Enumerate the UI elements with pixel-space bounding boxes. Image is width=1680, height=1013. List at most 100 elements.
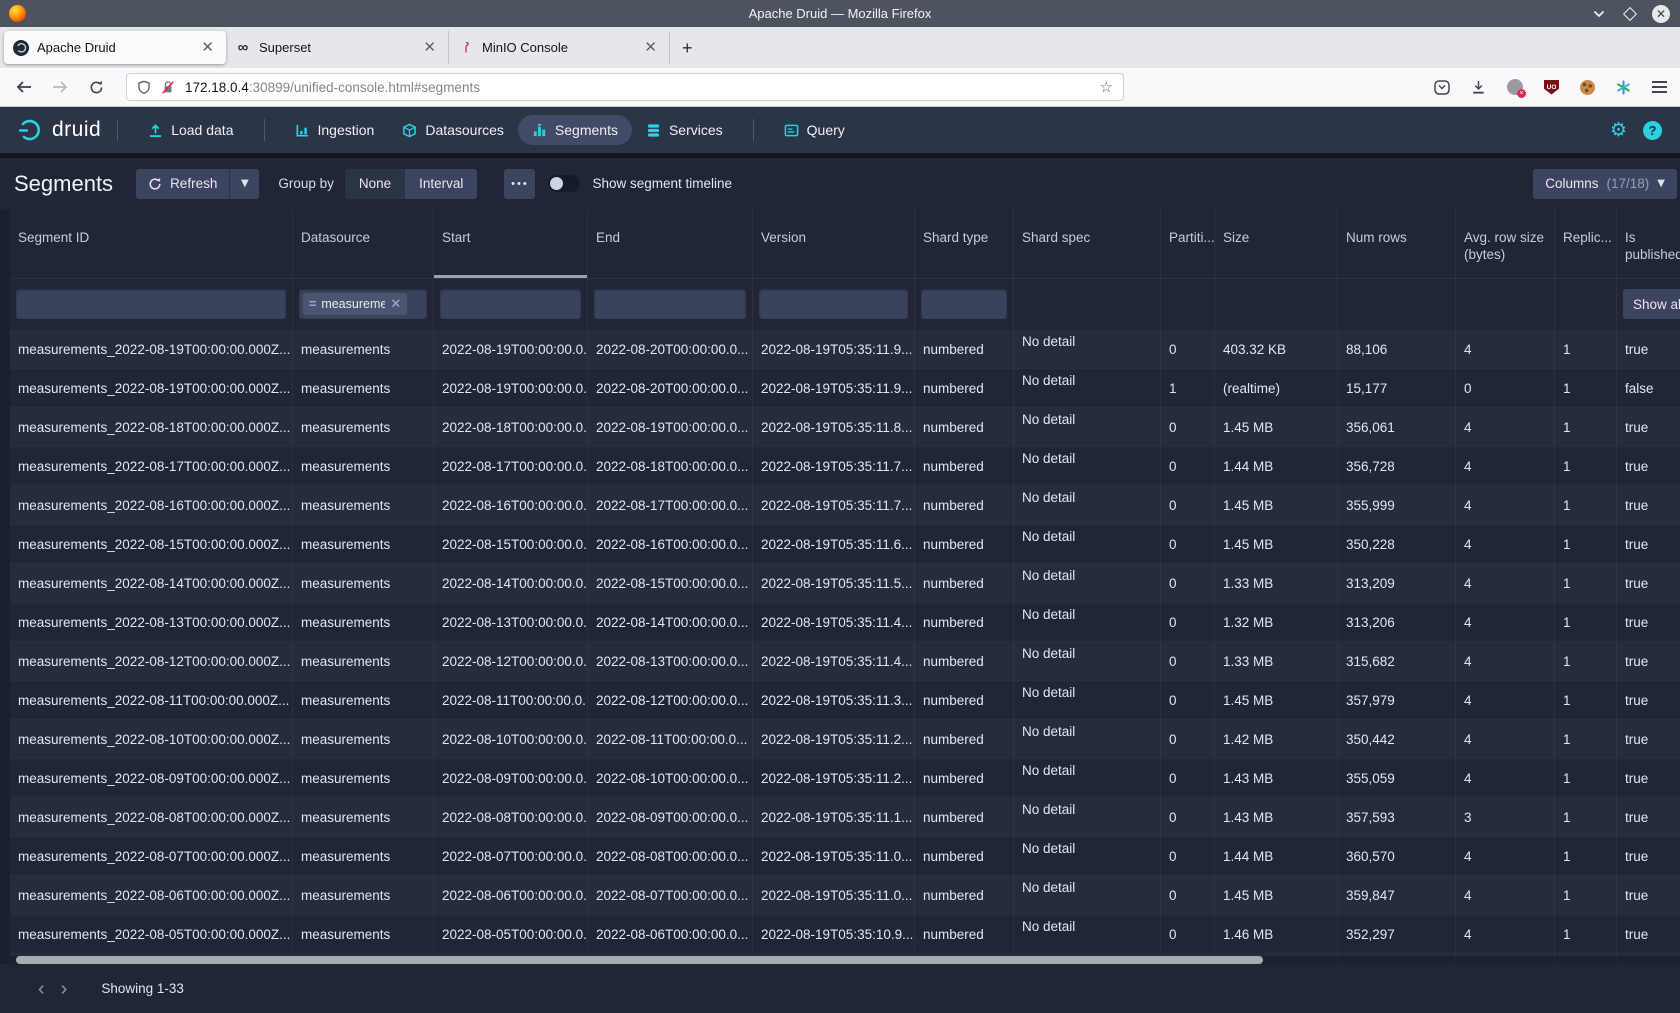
more-options-button[interactable]: ••• — [504, 169, 535, 199]
nav-services[interactable]: Services — [632, 115, 737, 145]
tab-apache-druid[interactable]: Apache Druid ✕ — [4, 31, 226, 64]
addon-asterisk-icon[interactable] — [1616, 80, 1631, 95]
filter-cell-size — [1215, 279, 1338, 330]
cookie-icon[interactable] — [1580, 80, 1595, 95]
tab-minio-console[interactable]: MinIO Console ✕ — [448, 31, 670, 64]
cell-size: 1.42 MB — [1215, 720, 1338, 758]
column-header-is_published[interactable]: Is published — [1617, 209, 1680, 278]
ublock-icon[interactable]: UO — [1544, 80, 1559, 95]
bookmark-star-icon[interactable]: ☆ — [1100, 78, 1113, 96]
group-by-interval-button[interactable]: Interval — [405, 169, 477, 199]
tab-superset[interactable]: ∞ Superset ✕ — [226, 31, 448, 64]
cell-shard_spec: No detail — [1014, 525, 1161, 563]
cell-shard_spec: No detail — [1014, 720, 1161, 758]
tab-close-icon[interactable]: ✕ — [641, 40, 660, 55]
cell-partition: 0 — [1161, 720, 1215, 758]
window-title: Apache Druid — Mozilla Firefox — [0, 6, 1680, 21]
cell-partition: 0 — [1161, 876, 1215, 914]
segment-row: measurements_2022-08-07T00:00:00.000Z...… — [10, 837, 1680, 876]
cell-avg_row_size: 3 — [1456, 798, 1555, 836]
cell-replication: 1 — [1555, 642, 1617, 680]
table-filter-row: =measurements✕ Show all — [10, 279, 1680, 330]
nav-ingestion[interactable]: Ingestion — [281, 115, 389, 145]
column-header-avg_row_size[interactable]: Avg. row size (bytes) — [1456, 209, 1555, 278]
new-tab-button[interactable]: + — [670, 39, 705, 57]
column-header-num_rows[interactable]: Num rows — [1338, 209, 1456, 278]
column-header-size[interactable]: Size — [1215, 209, 1338, 278]
column-header-end[interactable]: End — [588, 209, 753, 278]
filter-input-start[interactable] — [440, 289, 581, 319]
menu-icon[interactable] — [1652, 81, 1667, 93]
cell-num_rows: 15,177 — [1338, 369, 1456, 407]
insecure-lock-icon[interactable] — [161, 80, 175, 95]
column-header-replication[interactable]: Replic... — [1555, 209, 1617, 278]
maximize-icon[interactable] — [1621, 5, 1639, 23]
scrollbar-thumb[interactable] — [16, 956, 1263, 964]
navbar-divider — [753, 119, 754, 141]
cell-end: 2022-08-10T00:00:00.0... — [588, 759, 753, 797]
tab-close-icon[interactable]: ✕ — [420, 40, 439, 55]
cell-replication: 1 — [1555, 681, 1617, 719]
cell-num_rows: 350,228 — [1338, 525, 1456, 563]
cell-id: measurements_2022-08-09T00:00:00.000Z... — [10, 759, 293, 797]
refresh-dropdown-button[interactable]: ▼ — [229, 169, 259, 199]
nav-segments[interactable]: Segments — [518, 115, 632, 145]
datasource-filter-chip[interactable]: =measurements✕ — [303, 293, 407, 315]
nav-load-data[interactable]: Load data — [134, 115, 247, 145]
cell-end: 2022-08-20T00:00:00.0... — [588, 330, 753, 368]
showing-count: Showing 1-33 — [101, 981, 184, 996]
url-bar[interactable]: 172.18.0.4:30899/unified-console.html#se… — [126, 73, 1124, 101]
cell-is_published: true — [1617, 681, 1680, 719]
cell-shard_type: numbered — [915, 525, 1014, 563]
group-by-none-button[interactable]: None — [345, 169, 405, 199]
cell-shard_spec: No detail — [1014, 681, 1161, 719]
pocket-icon[interactable] — [1434, 80, 1450, 95]
forward-button[interactable] — [50, 77, 70, 97]
filter-input-id[interactable] — [16, 289, 286, 319]
column-header-id[interactable]: Segment ID — [10, 209, 293, 278]
column-header-shard_type[interactable]: Shard type — [915, 209, 1014, 278]
tab-close-icon[interactable]: ✕ — [198, 40, 217, 55]
column-header-version[interactable]: Version — [753, 209, 915, 278]
extensions-icon[interactable] — [1507, 79, 1523, 95]
prev-page-button[interactable]: ‹ — [30, 979, 53, 999]
filter-input-shard_type[interactable] — [921, 289, 1007, 319]
cell-datasource: measurements — [293, 798, 434, 836]
refresh-button[interactable]: Refresh — [136, 169, 229, 199]
remove-filter-icon[interactable]: ✕ — [390, 296, 401, 312]
is-published-filter-button[interactable]: Show all — [1623, 289, 1680, 319]
group-by-options: None Interval — [345, 169, 478, 199]
cell-datasource: measurements — [293, 642, 434, 680]
filter-input-datasource[interactable]: =measurements✕ — [299, 289, 427, 319]
column-header-start[interactable]: Start — [434, 209, 588, 278]
cell-is_published: true — [1617, 720, 1680, 758]
cell-version: 2022-08-19T05:35:11.0... — [753, 837, 915, 875]
druid-logo[interactable]: druid — [18, 117, 101, 143]
column-header-partition[interactable]: Partiti... — [1161, 209, 1215, 278]
toolbar-icons: UO — [1434, 79, 1667, 95]
next-page-button[interactable]: › — [53, 979, 76, 999]
back-button[interactable] — [14, 77, 34, 97]
tracking-shield-icon[interactable] — [137, 80, 151, 95]
nav-query[interactable]: Query — [770, 115, 859, 145]
nav-datasources[interactable]: Datasources — [388, 115, 518, 145]
reload-button[interactable] — [86, 77, 106, 97]
column-header-shard_spec[interactable]: Shard spec — [1014, 209, 1161, 278]
cell-datasource: measurements — [293, 681, 434, 719]
cell-size: 1.45 MB — [1215, 525, 1338, 563]
help-icon[interactable]: ? — [1643, 121, 1662, 140]
download-icon[interactable] — [1471, 80, 1486, 95]
filter-input-end[interactable] — [594, 289, 746, 319]
timeline-toggle[interactable] — [548, 175, 580, 192]
cell-is_published: true — [1617, 486, 1680, 524]
minimize-icon[interactable] — [1590, 5, 1608, 23]
columns-button[interactable]: Columns (17/18) ▼ — [1533, 169, 1677, 199]
settings-gear-icon[interactable]: ⚙ — [1610, 121, 1627, 140]
column-header-datasource[interactable]: Datasource — [293, 209, 434, 278]
close-icon[interactable]: ✕ — [1652, 5, 1670, 23]
horizontal-scrollbar[interactable] — [10, 956, 1680, 964]
firefox-window: Apache Druid — Mozilla Firefox ✕ Apache … — [0, 0, 1680, 1012]
cell-shard_spec: No detail — [1014, 447, 1161, 485]
cell-num_rows: 357,979 — [1338, 681, 1456, 719]
filter-input-version[interactable] — [759, 289, 908, 319]
